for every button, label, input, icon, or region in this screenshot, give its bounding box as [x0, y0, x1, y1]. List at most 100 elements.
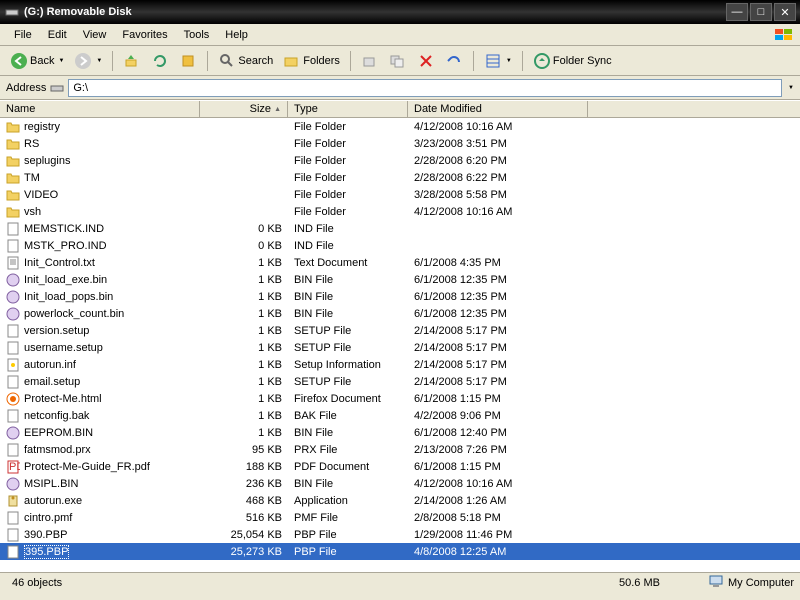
file-type: File Folder — [288, 138, 408, 150]
file-row[interactable]: VIDEOFile Folder3/28/2008 5:58 PM — [0, 186, 800, 203]
chevron-down-icon: ▼ — [96, 58, 102, 64]
status-location: My Computer — [728, 577, 794, 589]
file-date: 6/1/2008 12:35 PM — [408, 308, 588, 320]
file-type: SETUP File — [288, 376, 408, 388]
close-button[interactable]: ✕ — [774, 3, 796, 21]
file-size: 1 KB — [200, 342, 288, 354]
address-input[interactable] — [68, 79, 782, 97]
file-row[interactable]: 395.PBP25,273 KBPBP File4/8/2008 12:25 A… — [0, 543, 800, 560]
folders-button[interactable]: Folders — [279, 50, 344, 72]
bin-icon — [6, 290, 20, 304]
file-type: Firefox Document — [288, 393, 408, 405]
back-icon — [10, 52, 28, 70]
delete-button[interactable] — [413, 50, 439, 72]
file-row[interactable]: cintro.pmf516 KBPMF File2/8/2008 5:18 PM — [0, 509, 800, 526]
move-button[interactable] — [357, 50, 383, 72]
stop-button[interactable] — [175, 50, 201, 72]
file-date: 2/14/2008 5:17 PM — [408, 325, 588, 337]
chevron-down-icon[interactable]: ▼ — [788, 85, 794, 91]
file-type: PBP File — [288, 529, 408, 541]
file-row[interactable]: Init_load_exe.bin1 KBBIN File6/1/2008 12… — [0, 271, 800, 288]
file-size: 95 KB — [200, 444, 288, 456]
back-button[interactable]: Back ▼ — [6, 50, 68, 72]
menu-help[interactable]: Help — [217, 27, 256, 43]
minimize-button[interactable]: — — [726, 3, 748, 21]
column-date[interactable]: Date Modified — [408, 101, 588, 117]
bin-icon — [6, 273, 20, 287]
menu-tools[interactable]: Tools — [176, 27, 218, 43]
file-row[interactable]: version.setup1 KBSETUP File2/14/2008 5:1… — [0, 322, 800, 339]
column-size[interactable]: Size▲ — [200, 101, 288, 117]
folder-icon — [6, 154, 20, 168]
file-row[interactable]: autorun.inf1 KBSetup Information2/14/200… — [0, 356, 800, 373]
file-name: Protect-Me-Guide_FR.pdf — [24, 461, 150, 473]
file-type: Setup Information — [288, 359, 408, 371]
file-size: 0 KB — [200, 223, 288, 235]
file-size: 468 KB — [200, 495, 288, 507]
copy-button[interactable] — [385, 50, 411, 72]
file-row[interactable]: sepluginsFile Folder2/28/2008 6:20 PM — [0, 152, 800, 169]
file-row[interactable]: autorun.exe468 KBApplication2/14/2008 1:… — [0, 492, 800, 509]
file-row[interactable]: MSIPL.BIN236 KBBIN File4/12/2008 10:16 A… — [0, 475, 800, 492]
separator — [473, 51, 474, 71]
refresh-button[interactable] — [147, 50, 173, 72]
file-row[interactable]: Init_Control.txt1 KBText Document6/1/200… — [0, 254, 800, 271]
file-row[interactable]: RSFile Folder3/23/2008 3:51 PM — [0, 135, 800, 152]
inf-icon — [6, 358, 20, 372]
forward-icon — [74, 52, 92, 70]
file-size: 1 KB — [200, 427, 288, 439]
undo-button[interactable] — [441, 50, 467, 72]
file-row[interactable]: MSTK_PRO.IND0 KBIND File — [0, 237, 800, 254]
file-row[interactable]: username.setup1 KBSETUP File2/14/2008 5:… — [0, 339, 800, 356]
folders-icon — [283, 52, 301, 70]
file-name: RS — [24, 138, 39, 150]
file-row[interactable]: 390.PBP25,054 KBPBP File1/29/2008 11:46 … — [0, 526, 800, 543]
file-date: 4/2/2008 9:06 PM — [408, 410, 588, 422]
file-list[interactable]: registryFile Folder4/12/2008 10:16 AM RS F… — [0, 118, 800, 572]
copy-icon — [389, 52, 407, 70]
file-type: File Folder — [288, 172, 408, 184]
file-date: 2/28/2008 6:20 PM — [408, 155, 588, 167]
file-row[interactable]: PDFProtect-Me-Guide_FR.pdf188 KBPDF Docu… — [0, 458, 800, 475]
windows-flag-icon — [774, 28, 794, 42]
file-type: BIN File — [288, 308, 408, 320]
menu-view[interactable]: View — [75, 27, 115, 43]
file-icon — [6, 511, 20, 525]
file-row[interactable]: email.setup1 KBSETUP File2/14/2008 5:17 … — [0, 373, 800, 390]
computer-icon — [708, 573, 724, 592]
file-row[interactable]: fatmsmod.prx95 KBPRX File2/13/2008 7:26 … — [0, 441, 800, 458]
file-row[interactable]: netconfig.bak1 KBBAK File4/2/2008 9:06 P… — [0, 407, 800, 424]
svg-text:PDF: PDF — [9, 461, 20, 473]
file-date: 6/1/2008 1:15 PM — [408, 461, 588, 473]
forward-button[interactable]: ▼ — [70, 50, 106, 72]
file-date: 1/29/2008 11:46 PM — [408, 529, 588, 541]
file-row[interactable]: powerlock_count.bin1 KBBIN File6/1/2008 … — [0, 305, 800, 322]
file-row[interactable]: Init_load_pops.bin1 KBBIN File6/1/2008 1… — [0, 288, 800, 305]
drive-icon — [50, 81, 64, 95]
foldersync-button[interactable]: Folder Sync — [529, 50, 616, 72]
search-button[interactable]: Search — [214, 50, 277, 72]
maximize-button[interactable]: □ — [750, 3, 772, 21]
separator — [207, 51, 208, 71]
menu-favorites[interactable]: Favorites — [114, 27, 175, 43]
menu-edit[interactable]: Edit — [40, 27, 75, 43]
up-button[interactable] — [119, 50, 145, 72]
column-type[interactable]: Type — [288, 101, 408, 117]
file-row[interactable]: Protect-Me.html1 KBFirefox Document6/1/2… — [0, 390, 800, 407]
folder-icon — [6, 171, 20, 185]
file-date: 3/28/2008 5:58 PM — [408, 189, 588, 201]
file-row[interactable]: registryFile Folder4/12/2008 10:16 AM — [0, 118, 800, 135]
file-row[interactable]: MEMSTICK.IND0 KBIND File — [0, 220, 800, 237]
file-row[interactable]: TMFile Folder2/28/2008 6:22 PM — [0, 169, 800, 186]
column-name[interactable]: Name — [0, 101, 200, 117]
file-icon — [6, 528, 20, 542]
file-row[interactable]: vshFile Folder4/12/2008 10:16 AM — [0, 203, 800, 220]
file-date: 6/1/2008 12:35 PM — [408, 274, 588, 286]
statusbar: 46 objects 50.6 MB My Computer — [0, 572, 800, 592]
menu-file[interactable]: File — [6, 27, 40, 43]
pdf-icon: PDF — [6, 460, 20, 474]
views-button[interactable]: ▼ — [480, 50, 516, 72]
file-row[interactable]: EEPROM.BIN1 KBBIN File6/1/2008 12:40 PM — [0, 424, 800, 441]
file-name: MEMSTICK.IND — [24, 223, 104, 235]
separator — [522, 51, 523, 71]
